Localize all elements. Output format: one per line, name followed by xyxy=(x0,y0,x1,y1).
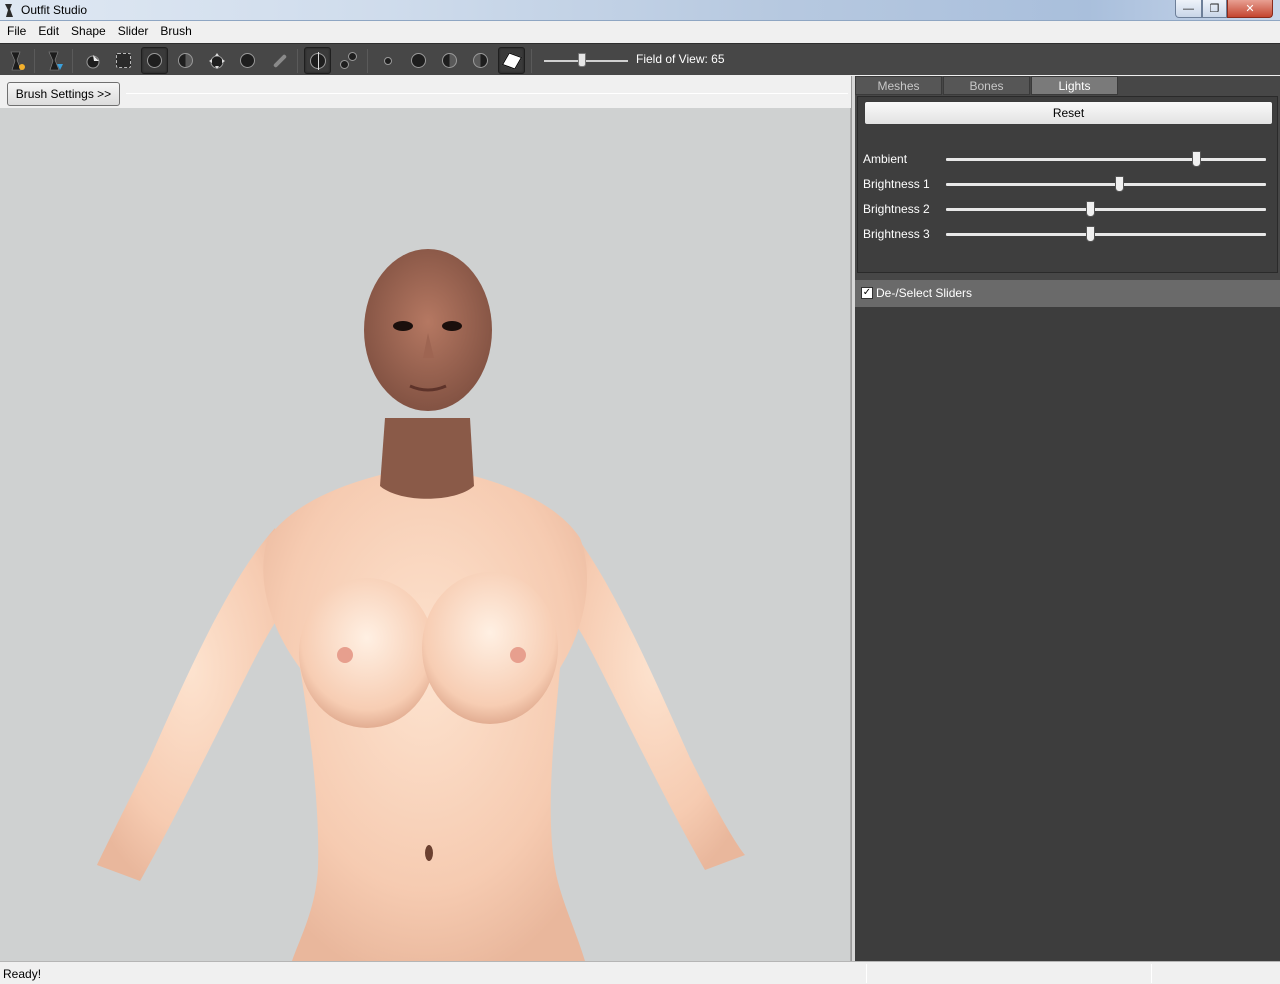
reset-lights-button[interactable]: Reset xyxy=(864,101,1273,125)
select-sliders-checkbox[interactable]: ✓ xyxy=(861,287,873,299)
status-bar: Ready! xyxy=(0,961,1280,984)
menu-file[interactable]: File xyxy=(1,21,32,42)
lights-settings: Reset Ambient Brightness 1 Brightness 2 … xyxy=(857,96,1278,273)
window-title: Outfit Studio xyxy=(21,3,88,17)
load-reference-icon xyxy=(48,51,63,70)
brightness3-slider-track[interactable] xyxy=(946,233,1266,236)
select-tool-button[interactable] xyxy=(79,47,106,74)
menu-shape[interactable]: Shape xyxy=(65,21,112,42)
sliders-header: ✓ De-/Select Sliders xyxy=(855,280,1280,307)
view-back-button[interactable] xyxy=(405,47,432,74)
view-left-button[interactable] xyxy=(436,47,463,74)
app-logo-icon xyxy=(5,4,13,17)
brightness2-label: Brightness 2 xyxy=(863,202,930,216)
deflate-icon xyxy=(178,53,193,68)
pen-icon xyxy=(272,53,287,68)
mask-brush-button[interactable] xyxy=(110,47,137,74)
view-front-button[interactable] xyxy=(374,47,401,74)
view-back-icon xyxy=(411,53,426,68)
brightness2-slider-track[interactable] xyxy=(946,208,1266,211)
status-divider xyxy=(866,964,867,983)
connected-only-button[interactable] xyxy=(335,47,362,74)
ambient-light-row: Ambient xyxy=(863,149,1273,169)
mask-icon xyxy=(116,53,131,68)
new-project-button[interactable] xyxy=(3,47,30,74)
fov-slider-thumb[interactable] xyxy=(578,53,587,67)
tab-lights[interactable]: Lights xyxy=(1031,76,1118,95)
cube-icon xyxy=(501,51,522,70)
3d-viewport[interactable] xyxy=(0,108,851,961)
brightness1-slider-thumb[interactable] xyxy=(1115,176,1125,192)
menu-bar: File Edit Shape Slider Brush xyxy=(0,21,1280,42)
close-button[interactable]: ✕ xyxy=(1227,0,1273,18)
brightness2-row: Brightness 2 xyxy=(863,199,1273,219)
tab-bones[interactable]: Bones xyxy=(943,76,1030,95)
mirror-icon xyxy=(309,51,326,70)
ambient-label: Ambient xyxy=(863,152,908,166)
inflate-brush-button[interactable] xyxy=(141,47,168,74)
brightness1-slider-track[interactable] xyxy=(946,183,1266,186)
brightness1-row: Brightness 1 xyxy=(863,174,1273,194)
field-of-view-label: Field of View: 65 xyxy=(636,52,725,66)
inflate-icon xyxy=(147,53,162,68)
right-panel: Meshes Bones Lights Reset Ambient Bright… xyxy=(855,76,1280,961)
minimize-button[interactable]: — xyxy=(1175,0,1202,18)
new-project-icon xyxy=(10,51,25,70)
weight-brush-button[interactable] xyxy=(266,47,293,74)
brush-settings-button[interactable]: Brush Settings >> xyxy=(7,82,120,106)
character-model xyxy=(97,249,745,961)
smooth-icon xyxy=(240,53,255,68)
brightness3-label: Brightness 3 xyxy=(863,227,930,241)
move-brush-button[interactable] xyxy=(203,47,230,74)
menu-brush[interactable]: Brush xyxy=(154,21,197,42)
sliders-list xyxy=(855,307,1280,961)
perspective-toggle-button[interactable] xyxy=(498,47,525,74)
brightness3-row: Brightness 3 xyxy=(863,224,1273,244)
connected-icon xyxy=(339,51,358,70)
view-front-icon xyxy=(383,56,392,65)
ambient-slider-track[interactable] xyxy=(946,158,1266,161)
title-bar: Outfit Studio — ❐ ✕ xyxy=(0,0,1280,21)
brush-settings-bar: Brush Settings >> xyxy=(0,76,851,108)
move-icon xyxy=(208,52,225,69)
status-text: Ready! xyxy=(3,967,42,981)
select-arrow-icon xyxy=(86,54,99,68)
view-right-button[interactable] xyxy=(467,47,494,74)
view-right-icon xyxy=(473,53,488,68)
toolbar: Field of View: 65 xyxy=(0,43,1280,75)
menu-slider[interactable]: Slider xyxy=(112,21,155,42)
load-reference-button[interactable] xyxy=(41,47,68,74)
select-sliders-label[interactable]: De-/Select Sliders xyxy=(876,286,972,300)
menu-edit[interactable]: Edit xyxy=(32,21,65,42)
status-divider xyxy=(1151,964,1152,983)
ambient-slider-thumb[interactable] xyxy=(1191,151,1201,167)
deflate-brush-button[interactable] xyxy=(172,47,199,74)
panel-tabs: Meshes Bones Lights xyxy=(855,76,1119,95)
brightness2-slider-thumb[interactable] xyxy=(1085,201,1095,217)
view-left-icon xyxy=(442,53,457,68)
brightness3-slider-thumb[interactable] xyxy=(1085,226,1095,242)
brightness1-label: Brightness 1 xyxy=(863,177,930,191)
x-mirror-button[interactable] xyxy=(304,47,331,74)
tab-meshes[interactable]: Meshes xyxy=(855,76,942,95)
field-of-view-slider[interactable] xyxy=(544,53,628,69)
maximize-button[interactable]: ❐ xyxy=(1202,0,1227,18)
smooth-brush-button[interactable] xyxy=(234,47,261,74)
brush-settings-divider xyxy=(126,93,848,94)
